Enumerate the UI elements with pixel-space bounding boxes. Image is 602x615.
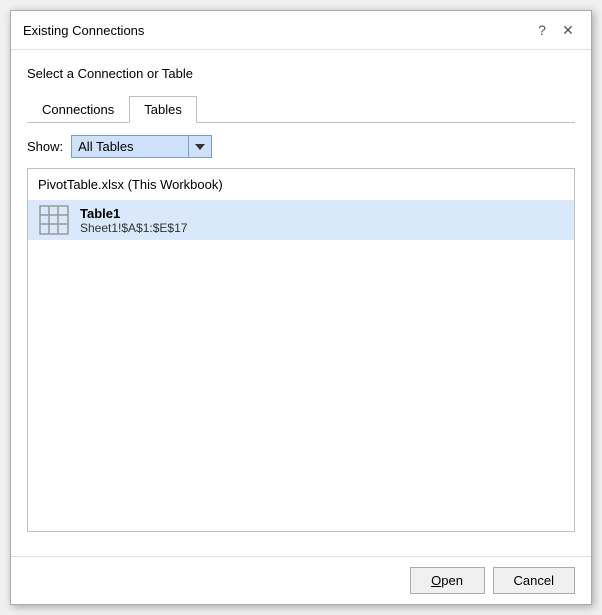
existing-connections-dialog: Existing Connections ? ✕ Select a Connec… (10, 10, 592, 605)
dialog-body: Select a Connection or Table Connections… (11, 50, 591, 556)
table-list: PivotTable.xlsx (This Workbook) Table1 S… (27, 168, 575, 532)
table-row[interactable]: Table1 Sheet1!$A$1:$E$17 (28, 200, 574, 240)
open-button[interactable]: Open (410, 567, 485, 594)
close-button[interactable]: ✕ (557, 19, 579, 41)
table-grid-icon (38, 204, 70, 236)
dialog-subtitle: Select a Connection or Table (27, 66, 575, 81)
table-range: Sheet1!$A$1:$E$17 (80, 221, 187, 235)
chevron-down-icon (195, 144, 205, 150)
show-row: Show: All Tables (27, 135, 575, 158)
show-dropdown-arrow[interactable] (189, 135, 212, 158)
show-label: Show: (27, 139, 63, 154)
table-name: Table1 (80, 206, 187, 221)
title-bar: Existing Connections ? ✕ (11, 11, 591, 50)
dialog-title: Existing Connections (23, 23, 144, 38)
show-select-control: All Tables (71, 135, 212, 158)
help-button[interactable]: ? (531, 19, 553, 41)
tabs-container: Connections Tables (27, 95, 575, 123)
show-selected-value[interactable]: All Tables (71, 135, 189, 158)
cancel-button[interactable]: Cancel (493, 567, 575, 594)
tab-tables[interactable]: Tables (129, 96, 197, 123)
tab-connections[interactable]: Connections (27, 96, 129, 123)
title-buttons: ? ✕ (531, 19, 579, 41)
workbook-header: PivotTable.xlsx (This Workbook) (28, 169, 574, 200)
table-info: Table1 Sheet1!$A$1:$E$17 (80, 206, 187, 235)
open-button-label: Open (431, 573, 463, 588)
dialog-footer: Open Cancel (11, 556, 591, 604)
